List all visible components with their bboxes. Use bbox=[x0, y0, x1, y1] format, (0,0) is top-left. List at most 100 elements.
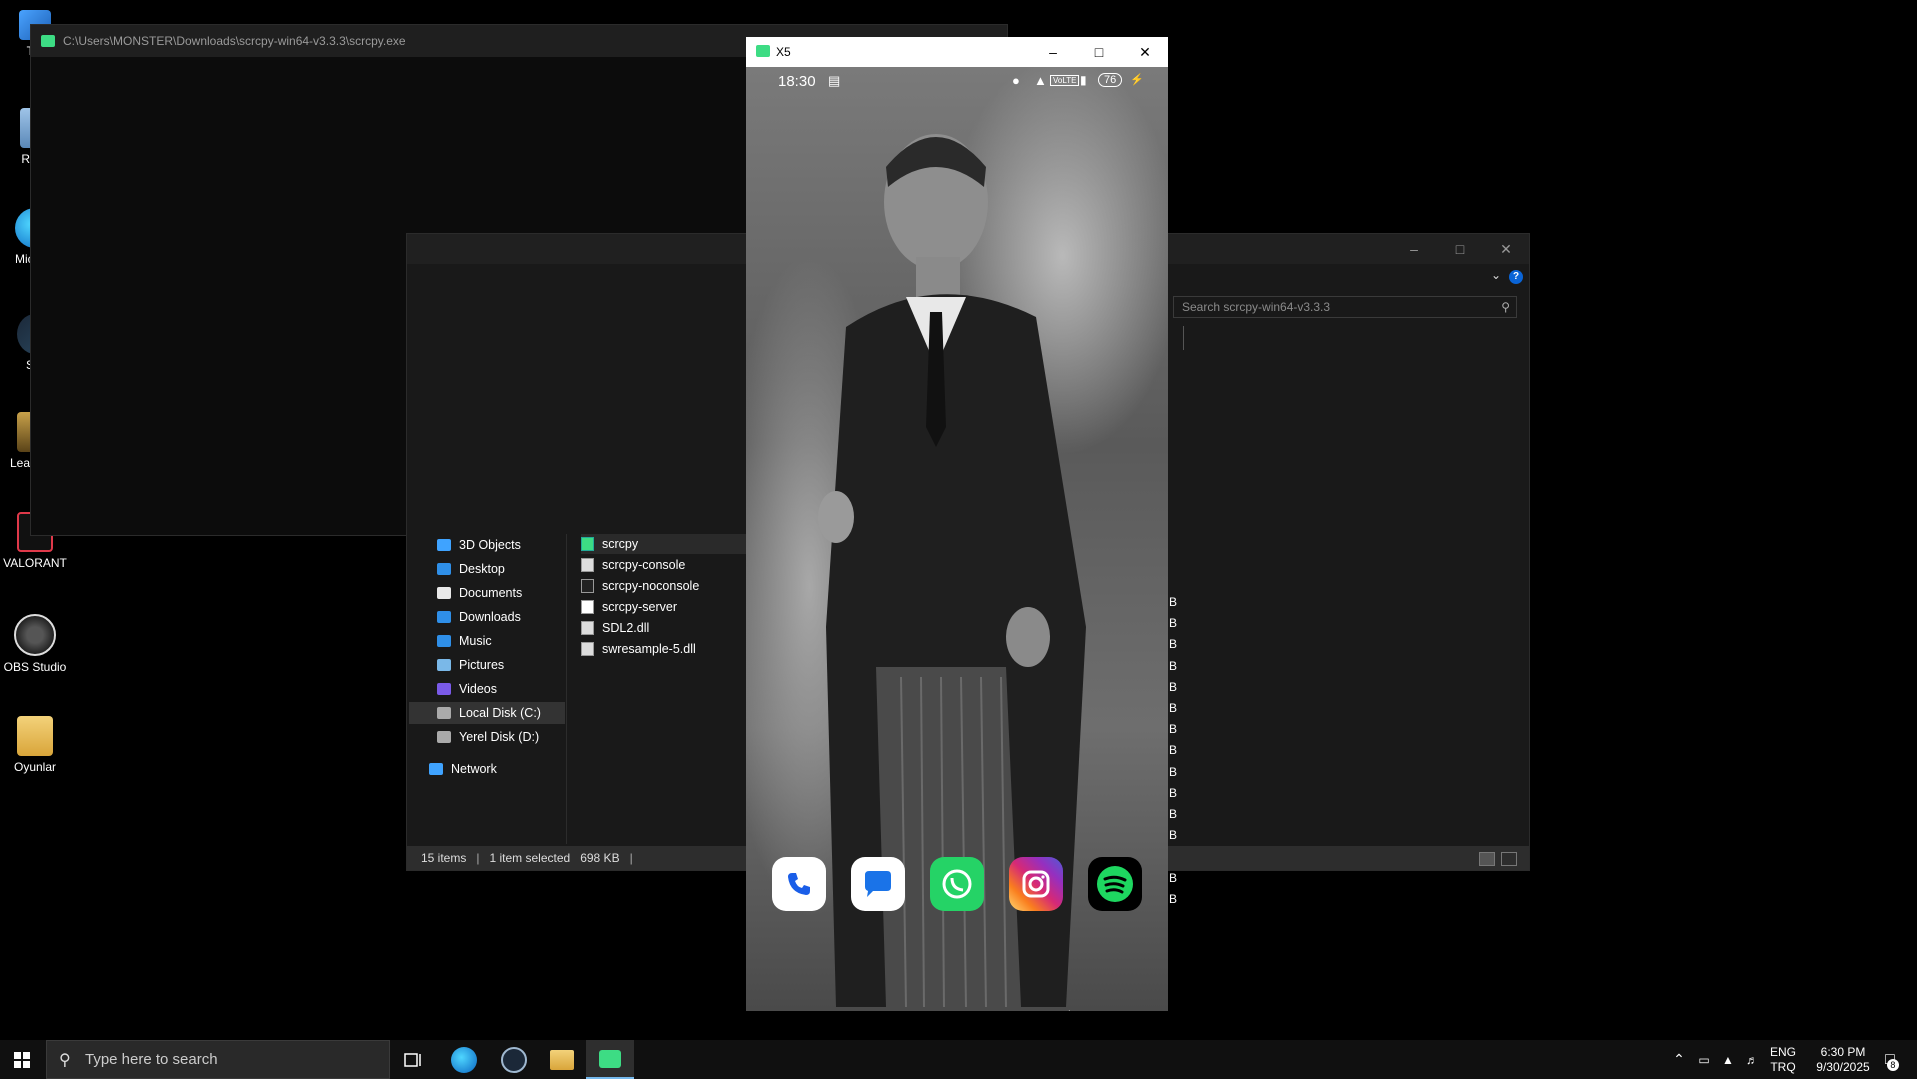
taskbar-steam-button[interactable] bbox=[490, 1040, 538, 1079]
large-icons-view-icon[interactable] bbox=[1501, 852, 1517, 866]
clock-date: 9/30/2025 bbox=[1816, 1059, 1870, 1074]
chevron-down-icon[interactable]: ⌄ bbox=[1491, 268, 1501, 282]
file-row-sdl2-dll[interactable]: SDL2.dll bbox=[581, 618, 751, 638]
help-icon[interactable]: ? bbox=[1509, 270, 1523, 284]
size-cell: B bbox=[1169, 595, 1178, 609]
nav-item-yerel-disk-d[interactable]: Yerel Disk (D:) bbox=[437, 726, 593, 748]
close-icon[interactable]: ✕ bbox=[1122, 37, 1168, 67]
3d-objects-icon bbox=[437, 539, 451, 551]
home-icon[interactable]: ∿ bbox=[948, 1008, 963, 1011]
size-cell: B bbox=[1169, 701, 1178, 715]
desktop: Thi Recy Micr Ec Ste Leag Leg VALORANT O… bbox=[0, 0, 1917, 1040]
network-icon bbox=[429, 763, 443, 775]
explorer-search-input[interactable]: Search scrcpy-win64-v3.3.3 ⚲ bbox=[1173, 296, 1517, 318]
size-cell: B bbox=[1169, 807, 1178, 821]
wifi-icon[interactable]: ▲ bbox=[1716, 1040, 1740, 1079]
task-view-button[interactable] bbox=[390, 1040, 438, 1079]
spotify-app-icon[interactable] bbox=[1088, 857, 1142, 911]
task-view-icon bbox=[404, 1052, 421, 1067]
sim-icon: ▤ bbox=[828, 73, 841, 88]
notification-center-button[interactable]: □8 bbox=[1870, 1040, 1910, 1079]
desktop-folder-icon bbox=[437, 563, 451, 575]
phone-app-icon[interactable] bbox=[772, 857, 826, 911]
size-cell: B bbox=[1169, 764, 1178, 779]
folder-icon bbox=[550, 1049, 574, 1070]
signal-icon: ▮ bbox=[1080, 73, 1087, 87]
whatsapp-app-icon[interactable] bbox=[930, 857, 984, 911]
keyboard-layout: TRQ bbox=[1770, 1059, 1796, 1074]
language-indicator[interactable]: ENG TRQ bbox=[1764, 1040, 1802, 1079]
taskbar-explorer-button[interactable] bbox=[538, 1040, 586, 1079]
clock-time: 6:30 PM bbox=[1820, 1044, 1866, 1059]
maximize-icon[interactable]: □ bbox=[1437, 234, 1483, 264]
nav-item-videos[interactable]: Videos bbox=[437, 678, 593, 700]
folder-icon bbox=[17, 716, 53, 756]
phone-clock: 18:30 bbox=[778, 73, 816, 90]
size-cell: B bbox=[1169, 722, 1178, 737]
minimize-icon[interactable]: – bbox=[1030, 37, 1076, 67]
instagram-app-icon[interactable] bbox=[1009, 857, 1063, 911]
back-icon[interactable]: ◁ bbox=[1056, 1006, 1070, 1011]
android-icon bbox=[41, 35, 55, 47]
volume-icon[interactable]: ♬ bbox=[1740, 1040, 1764, 1079]
nav-item-desktop[interactable]: Desktop bbox=[437, 558, 593, 580]
taskbar-search-input[interactable]: ⚲ Type here to search bbox=[46, 1040, 390, 1079]
nav-item-downloads[interactable]: Downloads bbox=[437, 606, 593, 628]
taskbar-scrcpy-button[interactable] bbox=[586, 1040, 634, 1079]
taskbar-search-placeholder: Type here to search bbox=[85, 1051, 218, 1068]
status-item-count: 15 items bbox=[421, 851, 467, 865]
volte-badge: VoLTE bbox=[1050, 75, 1080, 86]
start-button[interactable] bbox=[0, 1040, 44, 1079]
battery-indicator: 76 bbox=[1098, 73, 1123, 87]
windows-icon bbox=[14, 1051, 30, 1068]
minimize-icon[interactable]: – bbox=[1391, 234, 1437, 264]
music-icon bbox=[437, 635, 451, 647]
nav-item-network[interactable]: Network bbox=[429, 758, 585, 780]
charging-icon: ⚡ bbox=[1130, 74, 1144, 86]
maximize-icon[interactable]: □ bbox=[1076, 37, 1122, 67]
app-dock bbox=[772, 857, 1142, 913]
column-divider bbox=[1183, 326, 1184, 350]
notification-icon: □8 bbox=[1885, 1051, 1899, 1071]
dll-file-icon bbox=[581, 642, 594, 656]
desktop-icon-obs[interactable]: OBS Studio bbox=[0, 614, 70, 674]
close-icon[interactable]: ✕ bbox=[1483, 234, 1529, 264]
size-cell: B bbox=[1169, 870, 1178, 885]
steam-icon bbox=[501, 1046, 527, 1073]
documents-icon bbox=[437, 587, 451, 599]
nav-item-documents[interactable]: Documents bbox=[437, 582, 593, 604]
obs-icon bbox=[14, 614, 56, 656]
desktop-icon-oyunlar[interactable]: Oyunlar bbox=[0, 716, 70, 774]
show-hidden-icons-button[interactable]: ⌃ bbox=[1666, 1040, 1692, 1079]
file-row-scrcpy[interactable]: scrcpy bbox=[581, 534, 751, 554]
status-separator: | bbox=[629, 851, 633, 865]
videos-icon bbox=[437, 683, 451, 695]
wifi-icon: ▲ bbox=[1034, 73, 1047, 88]
file-row-swresample-dll[interactable]: swresample-5.dll bbox=[581, 639, 751, 659]
taskbar-edge-button[interactable] bbox=[440, 1040, 488, 1079]
downloads-icon bbox=[437, 611, 451, 623]
nav-item-local-disk-c[interactable]: Local Disk (C:) bbox=[409, 702, 565, 724]
nav-item-pictures[interactable]: Pictures bbox=[437, 654, 593, 676]
dll-file-icon bbox=[581, 621, 594, 635]
phone-window-title: X5 bbox=[776, 45, 791, 59]
android-icon bbox=[599, 1049, 621, 1068]
file-row-scrcpy-noconsole[interactable]: scrcpy-noconsole bbox=[581, 576, 751, 596]
script-file-icon bbox=[581, 558, 594, 572]
size-cell: B bbox=[1169, 891, 1178, 906]
scrcpy-phone-window[interactable]: X5 – □ ✕ 18:30 ▤ ● ▲ VoLTE ▮ 76 ⚡ bbox=[746, 37, 1168, 1011]
phone-title-bar[interactable]: X5 – □ ✕ bbox=[746, 37, 1168, 67]
android-icon bbox=[581, 537, 594, 551]
script-file-icon bbox=[581, 579, 594, 593]
file-row-scrcpy-console[interactable]: scrcpy-console bbox=[581, 555, 751, 575]
size-cell: B bbox=[1169, 785, 1178, 800]
file-row-scrcpy-server[interactable]: scrcpy-server bbox=[581, 597, 751, 617]
drive-icon bbox=[437, 707, 451, 719]
details-view-icon[interactable] bbox=[1479, 852, 1495, 866]
messages-app-icon[interactable] bbox=[851, 857, 905, 911]
nav-item-3d-objects[interactable]: 3D Objects bbox=[437, 534, 593, 556]
console-title: C:\Users\MONSTER\Downloads\scrcpy-win64-… bbox=[63, 34, 406, 48]
battery-icon[interactable]: ▭ bbox=[1692, 1040, 1716, 1079]
nav-item-music[interactable]: Music bbox=[437, 630, 593, 652]
phone-screen[interactable]: 18:30 ▤ ● ▲ VoLTE ▮ 76 ⚡ bbox=[746, 67, 1168, 1011]
